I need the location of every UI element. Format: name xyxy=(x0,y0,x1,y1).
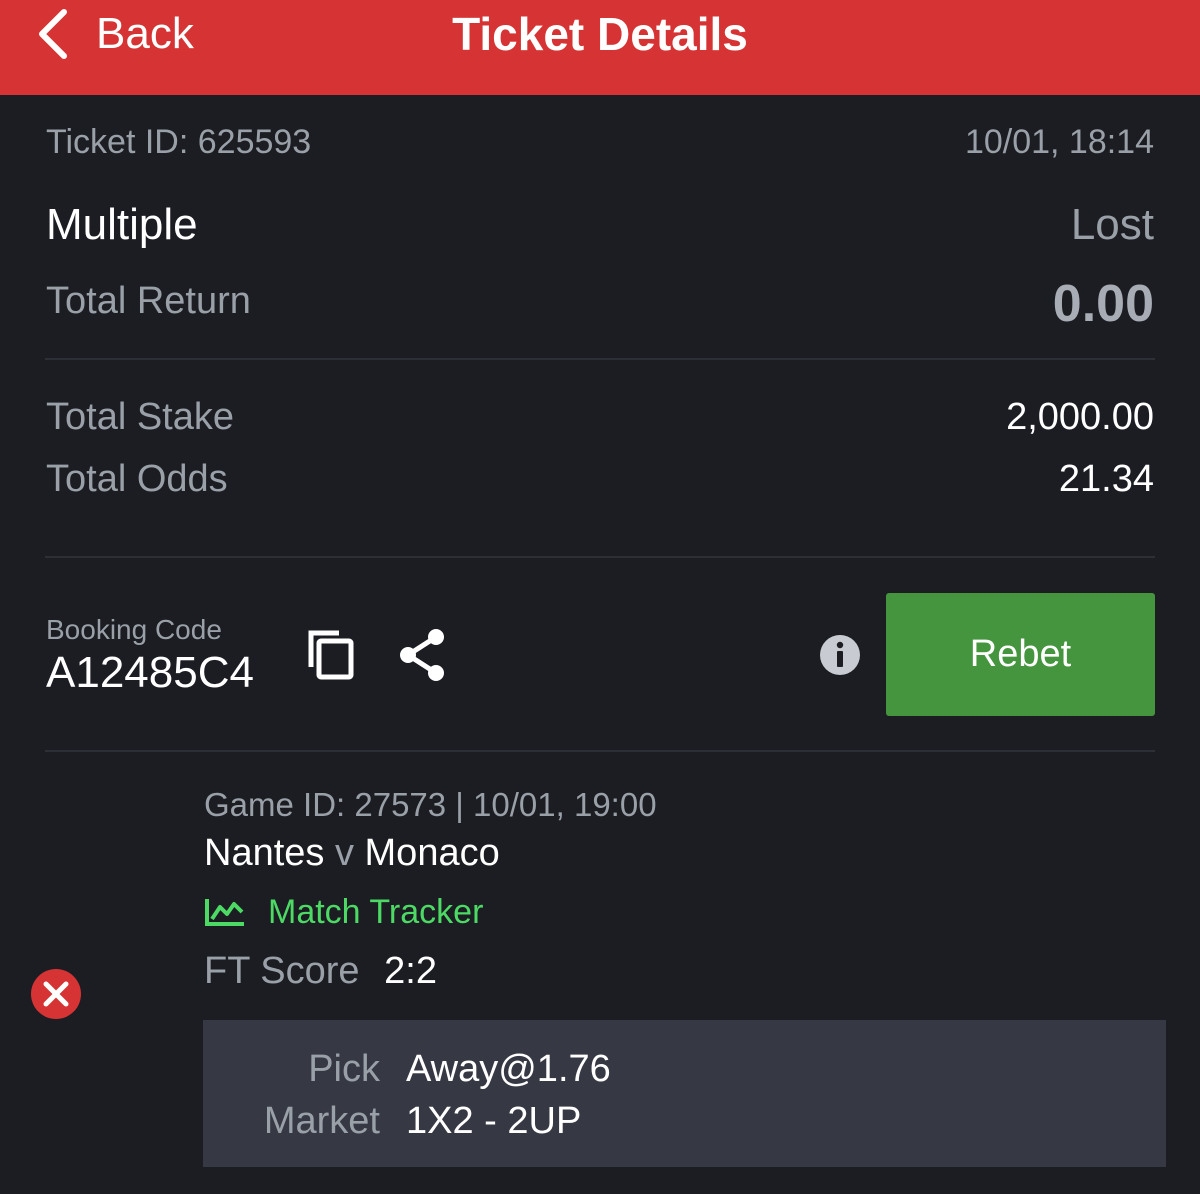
match-tracker-label: Match Tracker xyxy=(268,892,484,931)
ft-score-label: FT Score xyxy=(204,950,360,992)
rebet-label: Rebet xyxy=(969,633,1072,675)
header-bar: Back Ticket Details xyxy=(0,0,1200,95)
home-team: Nantes xyxy=(204,832,325,874)
page-title: Ticket Details xyxy=(452,8,748,60)
match-teams: Nantes v Monaco xyxy=(204,832,500,875)
match-tracker-link[interactable]: Match Tracker xyxy=(204,892,483,932)
game-meta: Game ID: 27573 | 10/01, 19:00 xyxy=(204,786,657,823)
divider xyxy=(45,750,1155,752)
versus: v xyxy=(334,832,354,874)
pick-label: Pick xyxy=(308,1048,380,1090)
ft-score: FT Score 2:2 xyxy=(204,950,437,993)
ticket-type: Multiple xyxy=(46,200,198,249)
share-icon[interactable] xyxy=(396,627,450,683)
chart-icon xyxy=(205,899,244,926)
pick-value: Away@1.76 xyxy=(406,1048,611,1090)
total-odds-label: Total Odds xyxy=(46,458,228,500)
ticket-id: Ticket ID: 625593 xyxy=(46,123,312,161)
copy-icon[interactable] xyxy=(305,627,357,683)
booking-code-label: Booking Code xyxy=(46,614,222,645)
total-return-label: Total Return xyxy=(46,280,251,322)
pick-details-box: Pick Away@1.76 Market 1X2 - 2UP xyxy=(203,1020,1166,1167)
divider xyxy=(45,556,1155,558)
market-label: Market xyxy=(263,1100,380,1142)
total-odds-value: 21.34 xyxy=(1058,458,1154,500)
lost-x-icon xyxy=(30,968,82,1020)
total-stake-label: Total Stake xyxy=(46,396,234,438)
total-stake-value: 2,000.00 xyxy=(1006,396,1154,438)
info-icon[interactable] xyxy=(819,634,861,676)
rebet-button[interactable]: Rebet xyxy=(886,593,1155,716)
ticket-status: Lost xyxy=(1070,200,1154,249)
away-team: Monaco xyxy=(364,832,500,874)
booking-code: A12485C4 xyxy=(46,648,254,697)
ft-score-value: 2:2 xyxy=(384,950,437,992)
ticket-datetime: 10/01, 18:14 xyxy=(964,123,1154,161)
market-value: 1X2 - 2UP xyxy=(406,1100,582,1142)
total-return-value: 0.00 xyxy=(1052,275,1154,333)
divider xyxy=(45,358,1155,360)
